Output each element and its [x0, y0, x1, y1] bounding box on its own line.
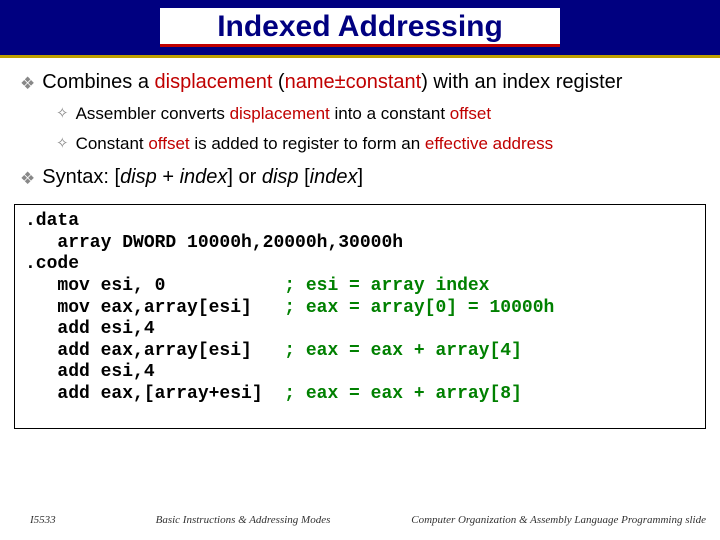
text: Constant — [76, 134, 149, 153]
footer-right: Computer Organization & Assembly Languag… — [376, 514, 706, 526]
sub-bullet-2: ✧ Constant offset is added to register t… — [56, 133, 700, 155]
highlight-name-constant: name±constant — [285, 71, 422, 93]
diamond-icon: ❖ — [20, 73, 35, 94]
slide-content: ❖ Combines a displacement (name±constant… — [0, 58, 720, 190]
code-line: mov esi, 0 — [25, 276, 284, 296]
code-example: .data array DWORD 10000h,20000h,30000h .… — [14, 204, 706, 429]
code-line: add esi,4 — [25, 362, 155, 382]
highlight-offset: offset — [148, 134, 189, 153]
text: into a constant — [330, 104, 450, 123]
sub-bullet-2-text: Constant offset is added to register to … — [76, 133, 554, 155]
code-line: .code — [25, 254, 79, 274]
bullet-1: ❖ Combines a displacement (name±constant… — [20, 70, 700, 95]
highlight-displacement: displacement — [230, 104, 330, 123]
title-bar: Indexed Addressing — [0, 0, 720, 58]
highlight-effective-address: effective address — [425, 134, 553, 153]
bullet-1-text: Combines a displacement (name±constant) … — [42, 70, 622, 95]
code-comment: ; esi = array index — [284, 276, 489, 296]
bullet-2: ❖ Syntax: [disp + index] or disp [index] — [20, 165, 700, 190]
code-line: array DWORD 10000h,20000h,30000h — [25, 233, 403, 253]
text: Assembler converts — [76, 104, 230, 123]
diamond-open-icon: ✧ — [56, 104, 69, 124]
code-comment: ; eax = eax + array[4] — [284, 341, 522, 361]
code-line: mov eax,array[esi] — [25, 298, 284, 318]
footer-left: I5533 — [30, 514, 110, 526]
text: ) with an index register — [421, 71, 622, 93]
diamond-icon: ❖ — [20, 168, 35, 189]
highlight-offset: offset — [450, 104, 491, 123]
code-line: .data — [25, 211, 79, 231]
sub-bullet-1-text: Assembler converts displacement into a c… — [76, 103, 491, 125]
bullet-2-text: Syntax: [disp + index] or disp [index] — [42, 165, 363, 190]
diamond-open-icon: ✧ — [56, 134, 69, 154]
code-line: add esi,4 — [25, 319, 155, 339]
text: Combines a — [42, 71, 154, 93]
text: ( — [272, 71, 284, 93]
text: is added to register to form an — [190, 134, 425, 153]
sub-bullet-1: ✧ Assembler converts displacement into a… — [56, 103, 700, 125]
code-comment: ; eax = array[0] = 10000h — [284, 298, 554, 318]
footer-center: Basic Instructions & Addressing Modes — [110, 514, 376, 526]
code-line: add eax,[array+esi] — [25, 384, 284, 404]
code-line: add eax,array[esi] — [25, 341, 284, 361]
highlight-displacement: displacement — [155, 71, 273, 93]
slide-footer: I5533 Basic Instructions & Addressing Mo… — [0, 514, 720, 526]
slide-title: Indexed Addressing — [160, 8, 560, 48]
code-comment: ; eax = eax + array[8] — [284, 384, 522, 404]
